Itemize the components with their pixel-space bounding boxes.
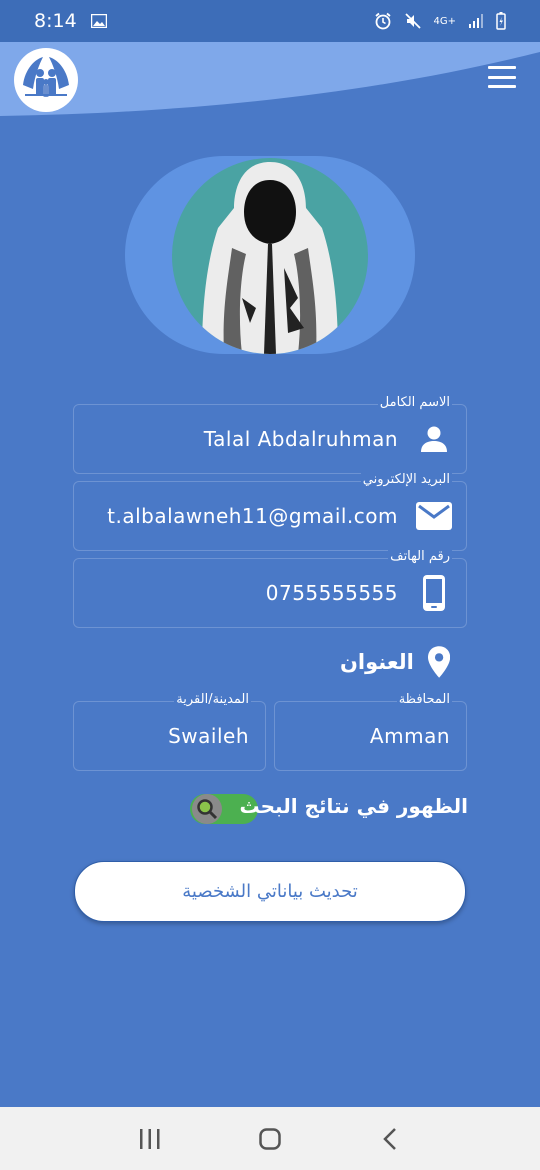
phone-field[interactable]: رقم الهاتف 0755555555	[73, 549, 467, 628]
search-icon	[197, 799, 218, 820]
phone-value[interactable]: 0755555555	[266, 581, 398, 605]
city-value[interactable]: Swaileh	[168, 724, 249, 748]
email-label: البريد الإلكتروني	[360, 472, 452, 487]
phone-label: رقم الهاتف	[388, 549, 452, 564]
home-icon	[259, 1127, 281, 1150]
phone-icon	[416, 575, 452, 611]
recent-apps-button[interactable]	[130, 1119, 170, 1159]
address-section-header: العنوان	[340, 644, 450, 680]
back-icon	[383, 1127, 396, 1150]
email-field[interactable]: البريد الإلكتروني t.albalawneh11@gmail.c…	[73, 472, 467, 551]
governorate-field[interactable]: المحافظة Amman	[274, 692, 467, 771]
recent-apps-icon	[140, 1128, 160, 1149]
app-logo[interactable]	[14, 48, 78, 112]
system-nav-bar	[0, 1107, 540, 1170]
location-pin-icon	[427, 646, 450, 678]
alarm-icon	[374, 12, 391, 30]
mail-icon	[416, 498, 452, 534]
hooded-person-avatar-icon	[202, 162, 338, 354]
search-visibility-row: الظهور في نتائج البحث	[190, 790, 470, 828]
header-wave	[0, 42, 540, 116]
family-hands-logo-icon	[23, 57, 69, 97]
network-type: 4G+	[433, 15, 457, 27]
email-value[interactable]: t.albalawneh11@gmail.com	[107, 504, 398, 528]
full-name-value[interactable]: Talal Abdalruhman	[204, 427, 398, 451]
update-profile-button[interactable]: تحديث بياناتي الشخصية	[74, 861, 466, 922]
full-name-field[interactable]: الاسم الكامل Talal Abdalruhman	[73, 395, 467, 474]
address-label: العنوان	[340, 650, 414, 674]
toggle-knob[interactable]	[192, 794, 222, 824]
search-visibility-label: الظهور في نتائج البحث	[239, 794, 468, 818]
mute-icon	[404, 13, 421, 29]
signal-icon	[469, 14, 483, 28]
home-button[interactable]	[250, 1119, 290, 1159]
city-label: المدينة/القرية	[174, 692, 251, 707]
gallery-icon	[90, 14, 107, 28]
full-name-label: الاسم الكامل	[377, 395, 452, 410]
governorate-label: المحافظة	[396, 692, 452, 707]
governorate-value[interactable]: Amman	[370, 724, 450, 748]
battery-icon	[496, 12, 506, 30]
status-bar: 8:14 4G+	[0, 0, 540, 42]
back-button[interactable]	[370, 1119, 410, 1159]
city-field[interactable]: المدينة/القرية Swaileh	[73, 692, 266, 771]
app-header	[0, 42, 540, 122]
avatar[interactable]	[172, 158, 368, 354]
hamburger-menu-icon[interactable]	[488, 66, 516, 88]
status-time: 8:14	[34, 10, 77, 32]
person-icon	[416, 421, 452, 457]
